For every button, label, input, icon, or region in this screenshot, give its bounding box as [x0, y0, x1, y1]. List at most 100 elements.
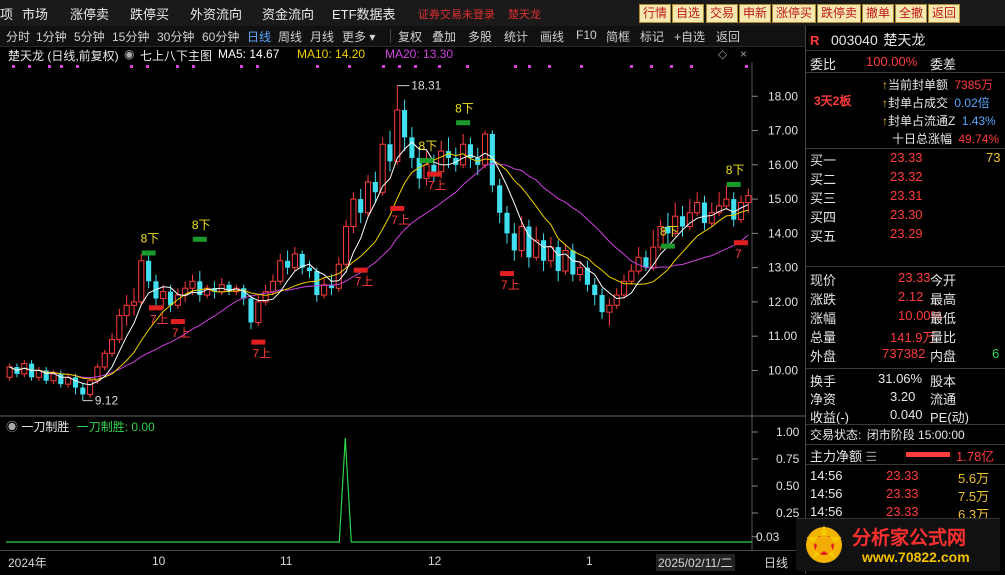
- sell-signal-label: 8下: [141, 231, 160, 245]
- sub-indicator-toggle-icon[interactable]: ◉: [6, 420, 18, 434]
- bid-ratio-value: 100.00%: [866, 54, 918, 69]
- price-axis: 18.00 17.00 16.00 15.00 14.00 13.00 12.00 11.00…: [752, 89, 798, 377]
- tab-5min[interactable]: 5分钟: [74, 28, 105, 45]
- diamond-icon[interactable]: ◇: [718, 47, 727, 61]
- close-icon[interactable]: ×: [740, 47, 747, 61]
- stat-row: 涨跌 2.12 最高: [810, 289, 1002, 308]
- stat-label: 净资: [810, 392, 837, 407]
- simple-frame-button[interactable]: 简框: [606, 28, 630, 45]
- limit-down-sell-button[interactable]: 跌停卖: [817, 4, 862, 23]
- tab-1min[interactable]: 1分钟: [36, 28, 67, 45]
- add-watchlist-button[interactable]: +自选: [674, 28, 705, 45]
- tab-30min[interactable]: 30分钟: [157, 28, 194, 45]
- menu-item-capital-flow[interactable]: 资金流向: [262, 4, 314, 23]
- menu-item-limit-down-buy[interactable]: 跌停买: [130, 4, 169, 23]
- tab-more[interactable]: 更多 ▾: [342, 28, 375, 45]
- limit-up-buy-button[interactable]: 涨停买: [772, 4, 817, 23]
- menu-item-limit-up-sell[interactable]: 涨停卖: [70, 4, 109, 23]
- tab-daily[interactable]: 日线: [247, 28, 271, 45]
- back-button[interactable]: 返回: [928, 4, 961, 23]
- menu-item-foreign-flow[interactable]: 外资流向: [190, 4, 242, 23]
- seal-float-row: ↑封单占流通Z 1.43%: [882, 114, 996, 128]
- net-amount-bar: [906, 452, 950, 457]
- bid-row[interactable]: 买三 23.31: [810, 188, 1002, 207]
- y-tick-label: 18.00: [768, 89, 798, 103]
- tick-volume: 5.6万: [958, 471, 990, 486]
- list-icon[interactable]: ☰: [866, 449, 878, 464]
- tab-monthly[interactable]: 月线: [310, 28, 334, 45]
- signal-dot: [192, 65, 195, 68]
- buy-signal-bar: [353, 267, 368, 273]
- tab-weekly[interactable]: 周线: [278, 28, 302, 45]
- bid-row[interactable]: 买四 23.30: [810, 207, 1002, 226]
- low-label: 9.12: [95, 394, 119, 408]
- candle: [562, 243, 569, 275]
- signal-dot: [316, 65, 319, 68]
- sell-signal-label: 8下: [192, 218, 211, 232]
- candle: [211, 281, 218, 299]
- new-shares-button[interactable]: 申新: [739, 4, 772, 23]
- stat-label: 涨跌: [810, 292, 837, 307]
- candle: [540, 233, 547, 272]
- candle: [87, 377, 94, 398]
- candle: [197, 271, 203, 302]
- net-amount-row: 主力净额 ☰ 1.78亿: [810, 449, 995, 464]
- menu-item-etf-table[interactable]: ETF数据表: [332, 4, 396, 23]
- multi-stock-button[interactable]: 多股: [468, 28, 492, 45]
- x-label-oct: 10: [152, 554, 166, 568]
- candle: [248, 295, 254, 330]
- mark-button[interactable]: 标记: [640, 28, 664, 45]
- buy-signal-label: 7上: [501, 278, 520, 292]
- toolbar-back-button[interactable]: 返回: [716, 28, 740, 45]
- candle: [277, 253, 284, 285]
- stock-code: 003040: [831, 32, 878, 48]
- bid-row[interactable]: 买二 23.32: [810, 169, 1002, 188]
- tab-15min[interactable]: 15分钟: [112, 28, 149, 45]
- adjust-button[interactable]: 复权: [398, 28, 422, 45]
- signal-dot: [528, 65, 531, 68]
- watchlist-button[interactable]: 自选: [672, 4, 705, 23]
- sell-signal-bar: [456, 120, 471, 126]
- draw-line-button[interactable]: 画线: [540, 28, 564, 45]
- stat-label: 外盘: [810, 349, 837, 364]
- bid-row[interactable]: 买五 23.29: [810, 226, 1002, 245]
- candle: [291, 247, 298, 272]
- bid-price: 23.31: [890, 188, 923, 203]
- stat-row: 换手 31.06% 股本: [810, 371, 1002, 390]
- period-label[interactable]: 日线: [764, 554, 788, 571]
- indicator-toggle-icon[interactable]: ◉: [124, 47, 134, 61]
- candle: [108, 332, 116, 357]
- bid-row[interactable]: 买一 23.33 73: [810, 150, 1002, 169]
- statistics-button[interactable]: 统计: [504, 28, 528, 45]
- candle: [204, 284, 211, 299]
- signal-dot: [348, 65, 351, 68]
- signal-dot: [438, 65, 441, 68]
- stat-right-label: 最高: [930, 292, 957, 307]
- trade-button[interactable]: 交易: [706, 4, 739, 23]
- seal-amount-row: ↑当前封单额 7385万: [882, 78, 994, 92]
- tick-time: 14:56: [810, 486, 843, 501]
- sub-indicator-name[interactable]: 一刀制胜: [21, 420, 69, 434]
- logo-icon: [806, 525, 842, 563]
- quote-button[interactable]: 行情: [639, 4, 672, 23]
- buy-signal-bar: [170, 319, 185, 325]
- buy-signal-bar: [734, 240, 749, 246]
- cancel-order-button[interactable]: 撤单: [862, 4, 895, 23]
- f10-button[interactable]: F10: [576, 28, 597, 42]
- y-tick-label: 12.00: [768, 295, 798, 309]
- tab-60min[interactable]: 60分钟: [202, 28, 239, 45]
- kline-chart[interactable]: 18.319.128下8下8下8下8下8下7上7上7上7上7上7上7上7 18.…: [0, 62, 805, 550]
- cancel-all-button[interactable]: 全撤: [895, 4, 928, 23]
- overlay-button[interactable]: 叠加: [432, 28, 456, 45]
- signal-dots: [12, 65, 748, 68]
- sell-signal-bar: [726, 181, 741, 187]
- more-label: 更多: [342, 30, 367, 44]
- buy-signal-bar: [426, 171, 441, 177]
- menu-item-market[interactable]: 市场: [22, 4, 48, 23]
- bid-ratio-label: 委比: [810, 57, 837, 72]
- sell-signal-label: 8下: [419, 139, 438, 153]
- menu-item-partial[interactable]: 项: [0, 4, 13, 23]
- y-tick-label: 13.00: [768, 261, 798, 275]
- tab-intraday[interactable]: 分时: [6, 28, 30, 45]
- sub-chart-legend: ◉ 一刀制胜 一刀制胜: 0.00: [6, 418, 155, 435]
